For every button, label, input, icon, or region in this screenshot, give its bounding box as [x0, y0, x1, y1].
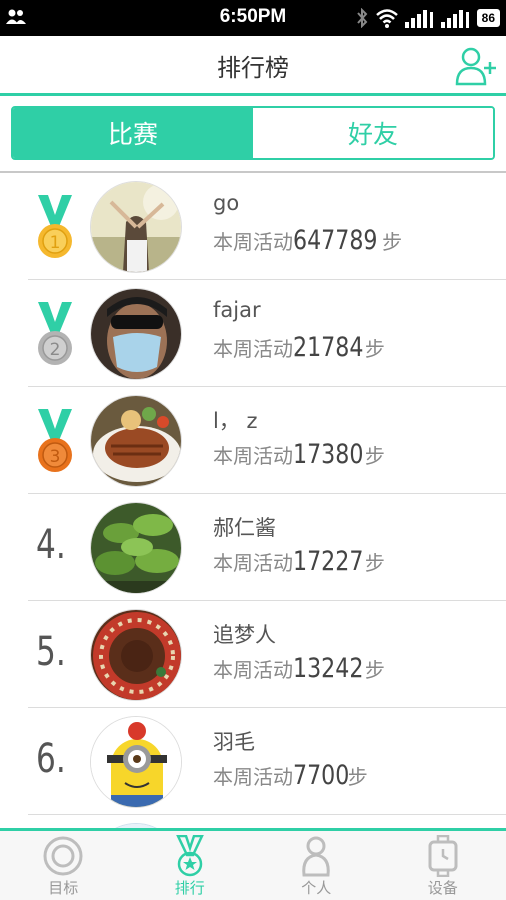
step-count: 7700: [293, 760, 350, 791]
nav-label: 设备: [427, 879, 458, 897]
list-item[interactable]: 2 fajar 本周活动21784步: [0, 280, 506, 387]
tab-friends[interactable]: 好友: [253, 108, 493, 158]
step-count: 13242: [293, 653, 364, 684]
activity-label: 本周活动: [213, 551, 293, 575]
nav-item-target[interactable]: 目标: [0, 831, 127, 900]
weekly-activity: 本周活动647789 步: [213, 225, 402, 256]
app-header: 排行榜: [0, 36, 506, 94]
steps-unit: 步: [382, 230, 403, 254]
bottom-nav: 目标 排行 个人 设备: [0, 831, 506, 900]
battery-icon: 86: [476, 9, 500, 27]
svg-text:3: 3: [50, 447, 61, 467]
avatar[interactable]: [90, 502, 182, 594]
step-count: 17380: [293, 439, 364, 470]
steps-unit: 步: [364, 337, 385, 361]
weekly-activity: 本周活动17227步: [213, 546, 385, 577]
signal-icon: [404, 10, 433, 28]
user-name: 郝仁酱: [213, 516, 276, 540]
user-name: l， z: [213, 409, 258, 433]
weekly-activity: 本周活动7700步: [213, 760, 368, 791]
rank-number: 6.: [36, 736, 66, 782]
step-count: 17227: [293, 546, 364, 577]
bluetooth-icon: [356, 8, 368, 28]
steps-unit: 步: [364, 658, 385, 682]
activity-label: 本周活动: [213, 230, 293, 254]
list-item[interactable]: 5. 追梦人 本周活动13242步: [0, 601, 506, 708]
leaderboard-list[interactable]: 1 go 本周活动647789 步 2 fajar 本周活动21784步 3 l…: [0, 173, 506, 828]
user-name: fajar: [213, 298, 261, 322]
silver-medal-icon: 2: [38, 302, 72, 365]
list-item[interactable]: 4. 郝仁酱 本周活动17227步: [0, 494, 506, 601]
ranking-medal-icon: [175, 835, 204, 877]
avatar[interactable]: [90, 609, 182, 701]
user-name: go: [213, 191, 240, 215]
page-title: 排行榜: [217, 54, 289, 82]
rank-number: 4.: [36, 522, 66, 568]
list-item[interactable]: 6. 羽毛 本周活动7700步: [0, 708, 506, 815]
watch-device-icon: [428, 835, 458, 877]
tab-competition[interactable]: 比赛: [13, 108, 253, 158]
step-count: 21784: [293, 332, 364, 363]
steps-unit: 步: [364, 444, 385, 468]
activity-label: 本周活动: [213, 444, 293, 468]
nav-item-ranking[interactable]: 排行: [127, 831, 254, 900]
wifi-icon: [375, 9, 398, 28]
segmented-tabs: 比赛 好友: [11, 106, 495, 160]
bronze-medal-icon: 3: [38, 409, 72, 472]
steps-unit: 步: [347, 765, 368, 789]
svg-text:2: 2: [50, 340, 61, 360]
avatar[interactable]: [90, 288, 182, 380]
signal-icon: [440, 10, 469, 28]
list-item[interactable]: 1 go 本周活动647789 步: [0, 173, 506, 280]
header-divider: [0, 93, 506, 96]
add-user-icon[interactable]: [454, 46, 496, 86]
weekly-activity: 本周活动13242步: [213, 653, 385, 684]
avatar[interactable]: [90, 395, 182, 487]
nav-label: 排行: [174, 879, 205, 897]
target-icon: [43, 836, 83, 876]
rank-number: 5.: [36, 629, 66, 675]
avatar[interactable]: [90, 716, 182, 808]
status-bar: 6:50PM 86: [0, 0, 506, 36]
user-name: 追梦人: [213, 623, 276, 647]
avatar[interactable]: [90, 181, 182, 273]
weekly-activity: 本周活动17380步: [213, 439, 385, 470]
step-count: 647789: [293, 225, 378, 256]
nav-label: 个人: [301, 879, 332, 897]
gold-medal-icon: 1: [38, 195, 72, 258]
nav-item-profile[interactable]: 个人: [253, 831, 380, 900]
steps-unit: 步: [364, 551, 385, 575]
activity-label: 本周活动: [213, 337, 293, 361]
svg-text:1: 1: [50, 233, 61, 253]
person-icon: [302, 836, 330, 877]
list-item[interactable]: 3 l， z 本周活动17380步: [0, 387, 506, 494]
nav-label: 目标: [48, 879, 79, 897]
activity-label: 本周活动: [213, 765, 293, 789]
activity-label: 本周活动: [213, 658, 293, 682]
list-item[interactable]: [0, 815, 506, 828]
nav-item-device[interactable]: 设备: [380, 831, 506, 900]
weekly-activity: 本周活动21784步: [213, 332, 385, 363]
user-name: 羽毛: [213, 730, 255, 754]
